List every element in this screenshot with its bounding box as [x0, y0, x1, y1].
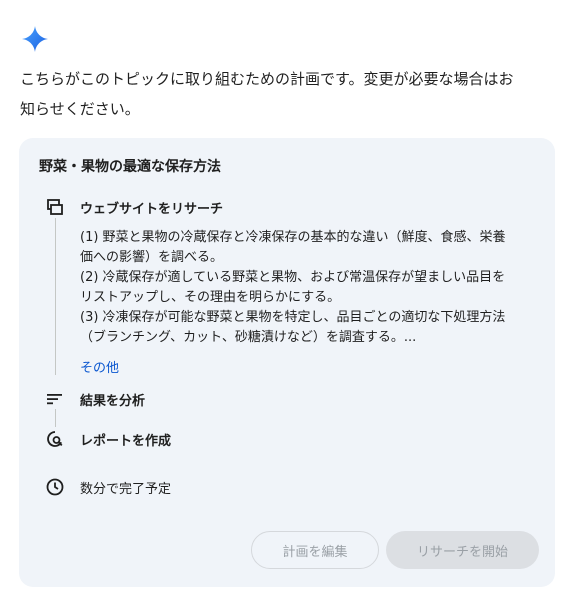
step-label-analyze: 結果を分析 — [80, 394, 146, 409]
detail-line: (1) 野菜と果物の冷蔵保存と冷凍保存の基本的な違い（鮮度、食感、栄養 — [80, 230, 506, 245]
analyze-results-icon — [47, 394, 62, 405]
detail-line: 価への影響）を調べる。 — [80, 250, 224, 265]
timeline-connector — [55, 218, 56, 375]
intro-line: 知らせください。 — [20, 100, 140, 118]
detail-line: (2) 冷蔵保存が適している野菜と果物、および常温保存が望ましい品目を — [80, 270, 506, 285]
eta-text: 数分で完了予定 — [80, 482, 172, 497]
edit-plan-label: 計画を編集 — [282, 544, 348, 560]
detail-line: （ブランチング、カット、砂糖漬けなど）を調査する。... — [80, 330, 417, 345]
report-icon — [47, 431, 63, 447]
step-details: (1) 野菜と果物の冷蔵保存と冷凍保存の基本的な違い（鮮度、食感、栄養 価への影… — [80, 228, 545, 348]
step-label-web-research: ウェブサイトをリサーチ — [80, 202, 224, 217]
start-research-label: リサーチを開始 — [416, 544, 508, 560]
plan-title: 野菜・果物の最適な保存方法 — [39, 159, 221, 175]
web-search-icon — [47, 199, 63, 215]
research-plan-card: 野菜・果物の最適な保存方法 ウェブサイトをリサーチ (1) 野菜と果物の冷蔵保存… — [19, 138, 555, 587]
detail-line: (3) 冷凍保存が可能な野菜と果物を特定し、品目ごとの適切な下処理方法 — [80, 310, 506, 325]
clock-icon — [46, 478, 64, 496]
start-research-button[interactable]: リサーチを開始 — [386, 531, 539, 569]
gemini-spark-icon — [22, 26, 48, 52]
edit-plan-button[interactable]: 計画を編集 — [251, 531, 379, 569]
show-more-link[interactable]: その他 — [80, 357, 119, 376]
intro-text: こちらがこのトピックに取り組むための計画です。変更が必要な場合はお 知らせくださ… — [20, 64, 560, 124]
timeline-connector — [55, 409, 56, 427]
detail-line: リストアップし、その理由を明らかにする。 — [80, 290, 341, 305]
step-label-report: レポートを作成 — [80, 434, 172, 449]
intro-line: こちらがこのトピックに取り組むための計画です。変更が必要な場合はお — [20, 70, 514, 88]
